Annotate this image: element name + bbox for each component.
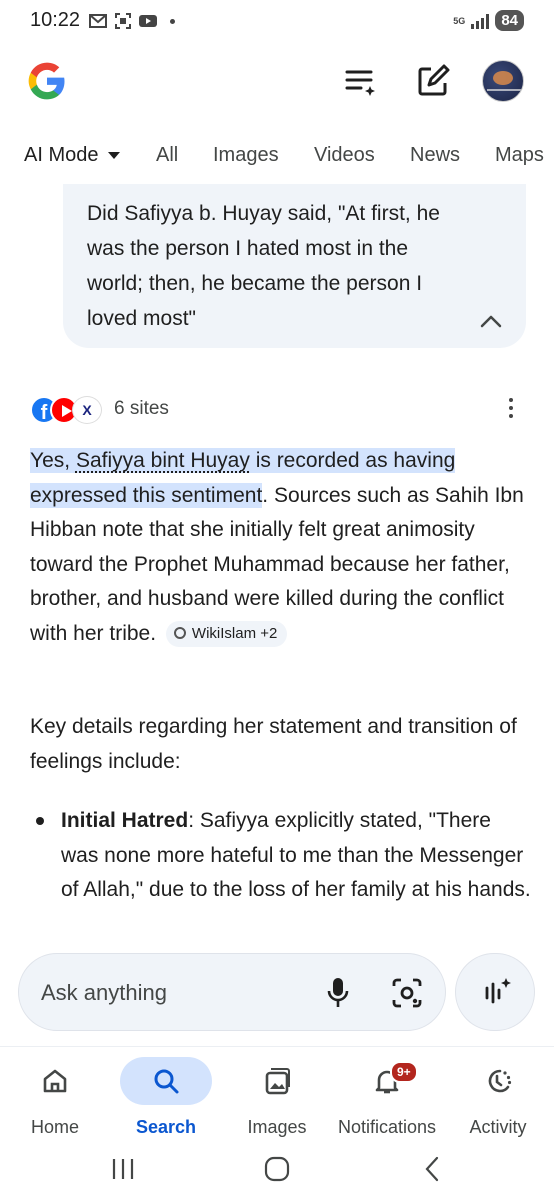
citation-chip[interactable]: WikiIslam +2 <box>165 620 288 647</box>
nav-search[interactable]: Search <box>111 1055 221 1139</box>
search-tabs: AI Mode All Images Videos News Maps <box>0 138 554 182</box>
home-button-icon[interactable] <box>262 1154 292 1184</box>
more-vert-icon[interactable] <box>508 398 514 420</box>
nav-images[interactable]: Images <box>222 1055 332 1139</box>
sites-count: 6 sites <box>114 398 169 419</box>
system-status: 5G 84 <box>453 10 524 31</box>
status-bar: 10:22 5G 84 <box>0 0 554 44</box>
answer-highlight-start: Yes, <box>30 449 76 472</box>
ai-sparkle-waveform-icon <box>485 978 511 1004</box>
tab-videos[interactable]: Videos <box>314 144 375 167</box>
nav-notifications[interactable]: 9+ Notifications <box>332 1055 442 1139</box>
citation-label: WikiIslam +2 <box>191 624 278 642</box>
status-time: 10:22 <box>30 9 81 31</box>
new-chat-icon[interactable] <box>416 64 450 98</box>
avatar-image <box>493 71 513 85</box>
history-list-icon[interactable] <box>344 64 378 98</box>
user-query-bubble[interactable]: Did Safiyya b. Huyay said, "At first, he… <box>63 184 526 348</box>
google-logo-icon[interactable] <box>26 60 68 102</box>
tab-images[interactable]: Images <box>213 144 279 167</box>
chevron-up-icon[interactable] <box>480 314 502 328</box>
tab-all[interactable]: All <box>156 144 178 167</box>
user-query-text: Did Safiyya b. Huyay said, "At first, he… <box>87 202 440 330</box>
notification-badge: 9+ <box>390 1061 418 1083</box>
network-type: 5G <box>453 15 466 26</box>
sources-row[interactable]: f X 6 sites <box>30 394 530 426</box>
chevron-down-icon <box>108 152 121 160</box>
account-avatar[interactable] <box>482 60 524 102</box>
tab-ai-mode[interactable]: AI Mode <box>24 144 121 167</box>
recents-icon[interactable] <box>108 1154 138 1184</box>
tab-news[interactable]: News <box>410 144 460 167</box>
more-notifications-dot <box>170 18 175 24</box>
screenshot-icon <box>115 13 131 29</box>
nav-notifications-label: Notifications <box>337 1117 437 1137</box>
nav-activity[interactable]: Activity <box>443 1055 553 1139</box>
mic-icon[interactable] <box>324 976 352 1010</box>
search-icon <box>154 1069 179 1094</box>
key-details-intro: Key details regarding her statement and … <box>30 715 517 773</box>
ask-input-placeholder[interactable]: Ask anything <box>41 980 167 1006</box>
entity-link-safiyya[interactable]: Safiyya bint Huyay <box>76 449 250 472</box>
nav-images-label: Images <box>247 1117 307 1137</box>
nav-home[interactable]: Home <box>0 1055 110 1139</box>
youtube-status-icon <box>139 15 157 27</box>
images-icon <box>265 1068 290 1095</box>
notification-icons <box>88 12 175 30</box>
ai-answer-paragraph: Yes, Safiyya bint Huyay is recorded as h… <box>30 444 530 651</box>
app-header <box>0 56 554 116</box>
nav-search-label: Search <box>135 1117 197 1137</box>
source-favicons: f X <box>30 396 106 424</box>
signal-icon <box>471 13 490 29</box>
x-tv-icon: X <box>72 396 102 424</box>
system-navigation-bar <box>0 1138 554 1200</box>
avatar-image-text <box>487 89 521 91</box>
lens-camera-icon[interactable] <box>390 976 424 1010</box>
list-item-text: Initial Hatred: Safiyya explicitly state… <box>61 804 531 908</box>
home-icon <box>43 1069 67 1093</box>
gmail-icon <box>89 14 107 28</box>
bottom-navigation: Home Search Images 9+ Notifications Acti… <box>0 1046 554 1138</box>
activity-icon <box>488 1069 512 1093</box>
tab-maps[interactable]: Maps <box>495 144 544 167</box>
tab-ai-mode-label: AI Mode <box>24 144 99 166</box>
bullet-point <box>36 817 44 825</box>
back-icon[interactable] <box>418 1154 448 1184</box>
voice-mode-button[interactable] <box>455 953 535 1031</box>
list-item-title: Initial Hatred <box>61 809 189 832</box>
battery-indicator: 84 <box>495 10 524 31</box>
ask-input-bar[interactable]: Ask anything <box>18 953 446 1031</box>
nav-home-label: Home <box>30 1117 79 1137</box>
wikiislam-icon <box>173 626 186 639</box>
nav-activity-label: Activity <box>469 1117 527 1137</box>
